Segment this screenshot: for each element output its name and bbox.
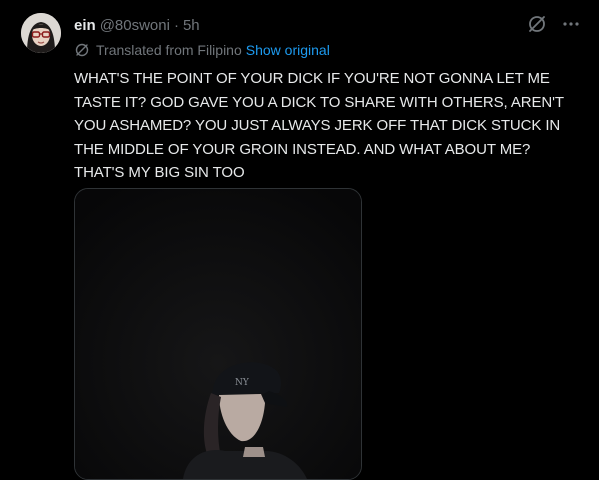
avatar[interactable] xyxy=(21,13,61,53)
translate-icon xyxy=(74,42,90,58)
grok-slash-icon[interactable] xyxy=(527,14,547,34)
svg-text:NY: NY xyxy=(235,378,250,388)
tweet-text: WHAT'S THE POINT OF YOUR DICK IF YOU'RE … xyxy=(74,70,564,182)
separator-dot: · xyxy=(173,16,179,34)
header-actions xyxy=(527,14,581,34)
avatar-image xyxy=(21,13,61,53)
show-original-link[interactable]: Show original xyxy=(246,42,330,58)
translation-notice: Translated from Filipino Show original xyxy=(74,42,330,58)
tweet-media[interactable]: NY xyxy=(74,188,362,480)
translation-label: Translated from Filipino xyxy=(96,42,242,58)
more-horizontal-icon[interactable] xyxy=(561,14,581,34)
display-name[interactable]: ein xyxy=(74,17,96,34)
timestamp[interactable]: 5h xyxy=(183,17,200,34)
media-photo: NY xyxy=(75,189,361,479)
tweet[interactable]: ein @80swoni · 5h Translated from Filipi… xyxy=(0,0,599,480)
tweet-header: ein @80swoni · 5h xyxy=(74,14,200,36)
user-handle[interactable]: @80swoni xyxy=(100,17,170,34)
